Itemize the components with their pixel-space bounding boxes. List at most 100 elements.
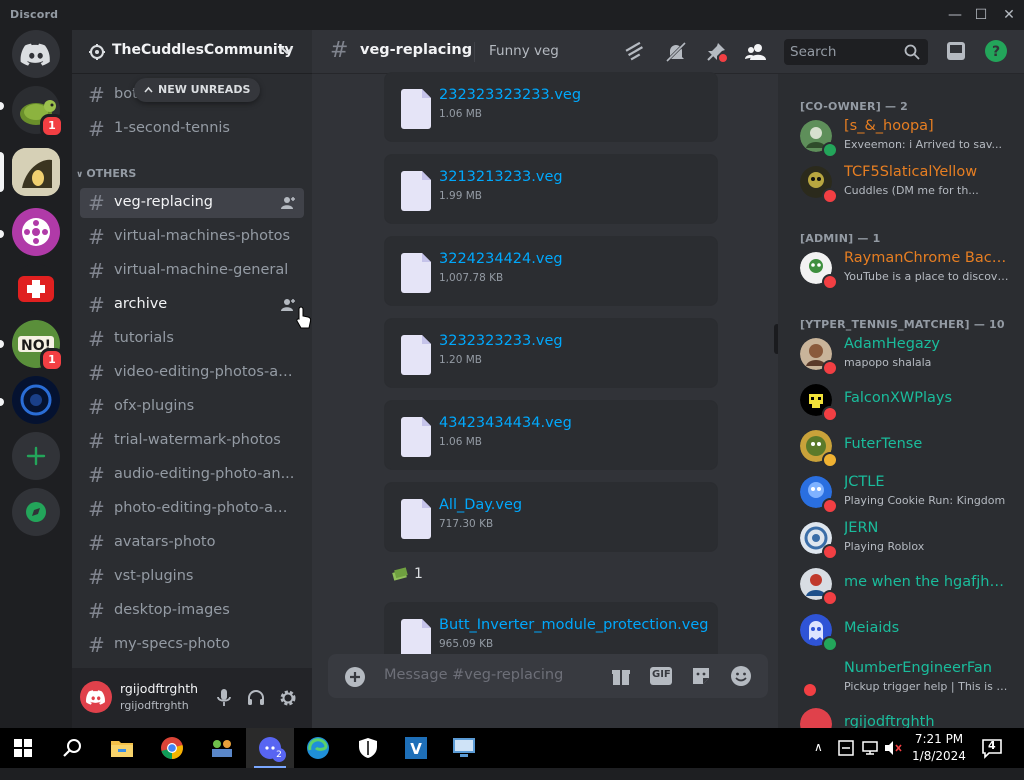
unread-indicator <box>0 398 4 406</box>
plus-circle-icon[interactable] <box>344 666 366 688</box>
headphones-icon[interactable] <box>246 688 266 708</box>
guild-header[interactable]: TheCuddlesCommunity <box>72 30 312 74</box>
channel-photo-editing[interactable]: # photo-editing-photo-an... <box>80 494 304 524</box>
file-name-link[interactable]: 3224234424.veg <box>439 251 563 267</box>
channel-name: audio-editing-photo-an... <box>114 466 295 482</box>
inbox-icon[interactable] <box>944 39 968 63</box>
search-icon <box>63 739 81 757</box>
notification-button[interactable]: 4 <box>980 736 1004 760</box>
message-composer[interactable]: Message #veg-replacing GIF <box>328 654 768 698</box>
bell-muted-icon[interactable] <box>664 40 688 64</box>
gift-icon[interactable] <box>610 665 632 687</box>
member-name: JCTLE <box>844 474 885 490</box>
member-item[interactable]: rgijodftrghth <box>792 702 1016 728</box>
explore-button[interactable] <box>12 488 60 536</box>
microphone-icon[interactable] <box>216 688 232 708</box>
channel-ofx-plugins[interactable]: # ofx-plugins <box>80 392 304 422</box>
member-item[interactable]: NumberEngineerFan Pickup trigger help | … <box>792 656 1016 700</box>
file-name-link[interactable]: 232323323233.veg <box>439 87 581 103</box>
channel-tutorials[interactable]: # tutorials <box>80 324 304 354</box>
member-item[interactable]: FalconXWPlays <box>792 378 1016 422</box>
file-attachment[interactable]: 3224234424.veg 1,007.78 KB <box>384 236 718 306</box>
file-name-link[interactable]: 3232323233.veg <box>439 333 563 349</box>
search-input[interactable]: Search <box>784 39 928 65</box>
app-button[interactable] <box>198 728 246 768</box>
vegas-button[interactable]: V <box>392 728 440 768</box>
file-attachment[interactable]: All_Day.veg 717.30 KB <box>384 482 718 552</box>
channel-1-second-tennis[interactable]: # 1-second-tennis <box>80 114 304 144</box>
message-input[interactable]: Message #veg-replacing <box>384 667 563 683</box>
avatar[interactable] <box>80 681 112 713</box>
channel-video-editing[interactable]: # video-editing-photos-an... <box>80 358 304 388</box>
member-item[interactable]: RaymanChrome Back... YouTube is a place … <box>792 246 1016 290</box>
member-item[interactable]: TCF5SlaticalYellow Cuddles (DM me for th… <box>792 160 1016 204</box>
file-size: 965.09 KB <box>439 638 494 650</box>
server-icon-selected[interactable] <box>12 148 60 196</box>
member-item[interactable]: [s_&_hoopa] Exveemon: i Arrived to sav..… <box>792 114 1016 158</box>
member-list-icon[interactable] <box>744 40 768 64</box>
file-explorer-button[interactable] <box>98 728 146 768</box>
new-unreads-label: NEW UNREADS <box>158 83 251 96</box>
channel-virtual-machine-general[interactable]: # virtual-machine-general <box>80 256 304 286</box>
chevron-down-icon[interactable] <box>280 44 294 58</box>
discord-taskbar-button[interactable]: 2 <box>246 728 294 768</box>
file-attachment[interactable]: 43423434434.veg 1.06 MB <box>384 400 718 470</box>
create-invite-icon[interactable] <box>280 297 296 313</box>
edge-button[interactable] <box>294 728 342 768</box>
gear-icon[interactable] <box>278 688 298 708</box>
file-attachment[interactable]: 3232323233.veg 1.20 MB <box>384 318 718 388</box>
system-clock[interactable]: 7:21 PM 1/8/2024 <box>906 731 972 765</box>
file-name-link[interactable]: Butt_Inverter_module_protection.veg <box>439 617 708 633</box>
server-icon-video[interactable] <box>12 208 60 256</box>
channel-avatars-photo[interactable]: # avatars-photo <box>80 528 304 558</box>
help-icon[interactable]: ? <box>984 39 1008 63</box>
security-button[interactable] <box>344 728 392 768</box>
new-unreads-pill[interactable]: NEW UNREADS <box>134 78 261 102</box>
status-dnd-icon <box>822 188 838 204</box>
member-item[interactable]: JCTLE Playing Cookie Run: Kingdom <box>792 470 1016 514</box>
user-username: rgijodftrghth <box>120 699 189 712</box>
channel-vst-plugins[interactable]: # vst-plugins <box>80 562 304 592</box>
minimize-button[interactable]: — <box>942 4 968 26</box>
gif-button[interactable]: GIF <box>650 667 672 685</box>
channel-desktop-images[interactable]: # desktop-images <box>80 596 304 626</box>
emoji-icon[interactable] <box>730 665 752 687</box>
file-attachment[interactable]: 232323323233.veg 1.06 MB <box>384 72 718 142</box>
volume-muted-icon[interactable] <box>884 740 902 756</box>
server-icon-red[interactable] <box>12 264 60 312</box>
member-item[interactable]: me when the hgafjhgf... <box>792 562 1016 606</box>
channel-topic[interactable]: Funny veg <box>489 43 559 59</box>
server-icon-space[interactable] <box>12 376 60 424</box>
member-item[interactable]: FuterTense <box>792 424 1016 468</box>
member-item[interactable]: AdamHegazy mapopo shalala <box>792 332 1016 376</box>
add-server-button[interactable] <box>12 432 60 480</box>
close-button[interactable]: ✕ <box>996 4 1022 26</box>
home-button[interactable] <box>12 30 60 78</box>
search-button[interactable] <box>48 728 96 768</box>
channel-my-specs-photo[interactable]: # my-specs-photo <box>80 630 304 660</box>
maximize-button[interactable]: ☐ <box>968 4 994 26</box>
start-button[interactable] <box>0 728 48 768</box>
file-name-link[interactable]: 43423434434.veg <box>439 415 572 431</box>
file-attachment[interactable]: 3213213233.veg 1.99 MB <box>384 154 718 224</box>
pin-icon[interactable] <box>704 40 728 64</box>
member-item[interactable]: JERN Playing Roblox <box>792 516 1016 560</box>
category-others[interactable]: ∨ OTHERS <box>76 167 136 180</box>
hash-icon: # <box>88 259 105 283</box>
threads-icon[interactable] <box>624 40 648 64</box>
file-name-link[interactable]: 3213213233.veg <box>439 169 563 185</box>
channel-trial-watermark-photos[interactable]: # trial-watermark-photos <box>80 426 304 456</box>
channel-virtual-machines-photos[interactable]: # virtual-machines-photos <box>80 222 304 252</box>
chrome-button[interactable] <box>148 728 196 768</box>
create-invite-icon[interactable] <box>280 195 296 211</box>
channel-audio-editing[interactable]: # audio-editing-photo-an... <box>80 460 304 490</box>
network-icon[interactable] <box>862 740 878 756</box>
chevron-up-icon[interactable]: ∧ <box>814 740 823 780</box>
channel-archive[interactable]: # archive <box>80 290 304 320</box>
file-name-link[interactable]: All_Day.veg <box>439 497 522 513</box>
member-item[interactable]: Meiaids <box>792 608 1016 652</box>
app-button[interactable] <box>440 728 488 768</box>
channel-veg-replacing[interactable]: # veg-replacing <box>80 188 304 218</box>
tray-app-icon[interactable] <box>838 740 854 756</box>
sticker-icon[interactable] <box>690 665 712 687</box>
